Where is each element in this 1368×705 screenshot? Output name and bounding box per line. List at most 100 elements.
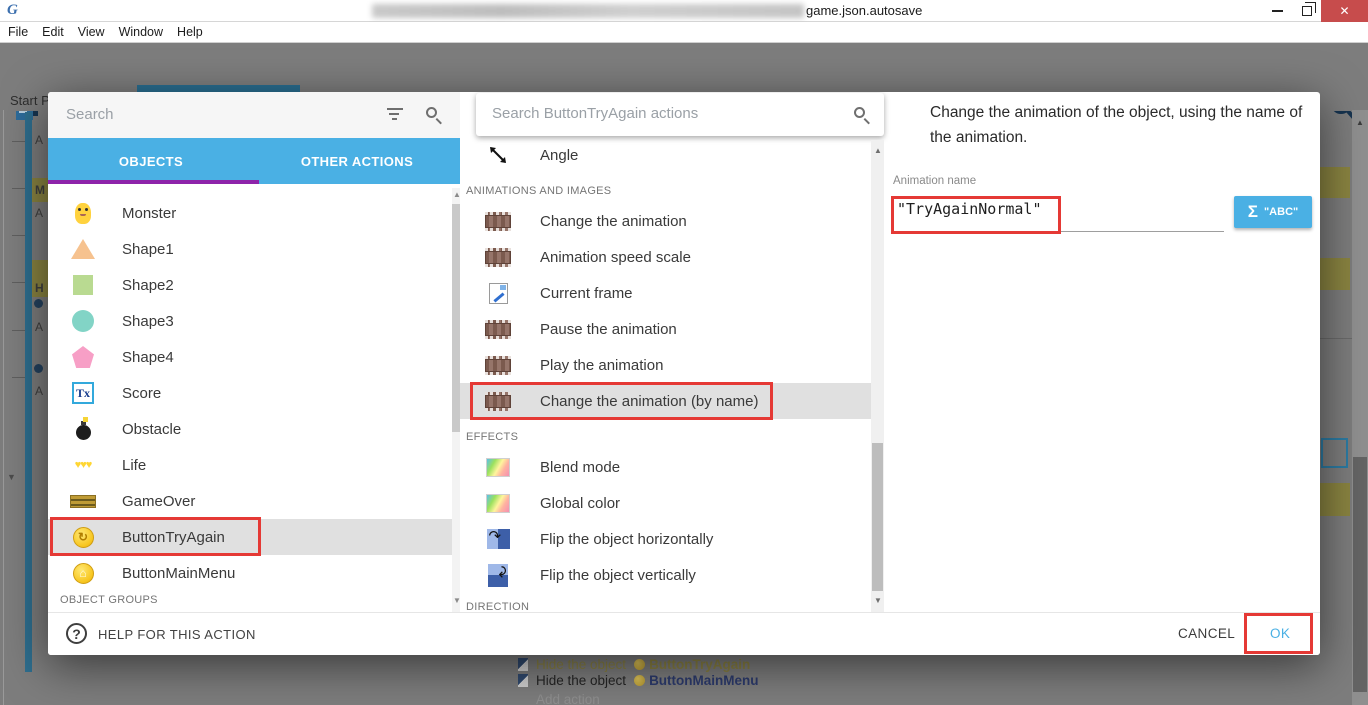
minimize-button[interactable] <box>1262 0 1292 22</box>
active-tab-indicator <box>48 180 259 184</box>
expression-editor-button[interactable]: Σ "ABC" <box>1234 196 1312 228</box>
triangle-icon <box>70 236 96 262</box>
palette-icon <box>484 455 512 479</box>
bomb-icon <box>70 416 96 442</box>
action-text: Hide the object <box>536 673 626 688</box>
pentagon-icon <box>70 344 96 370</box>
object-item-shape2[interactable]: Shape2 <box>48 267 452 303</box>
film-icon <box>484 245 512 269</box>
tutorial-highlight-input <box>891 196 1061 234</box>
tab-start-page[interactable]: Start P <box>10 93 50 108</box>
expression-type-label: "ABC" <box>1264 206 1298 218</box>
action-item-global-color[interactable]: Global color <box>460 485 871 521</box>
action-item-change-animation[interactable]: Change the animation <box>460 203 871 239</box>
sigma-icon: Σ <box>1248 202 1258 222</box>
action-label: Flip the object vertically <box>540 567 696 584</box>
menu-edit[interactable]: Edit <box>42 25 73 39</box>
event-action-row[interactable]: Hide the object ButtonMainMenu <box>518 672 759 688</box>
action-item-animation-speed[interactable]: Animation speed scale <box>460 239 871 275</box>
action-search-bar[interactable]: Search ButtonTryAgain actions <box>476 93 884 136</box>
event-text-fragment: H <box>35 281 44 295</box>
object-label: Shape4 <box>122 349 174 366</box>
menu-bar: File Edit View Window Help <box>0 22 1368 43</box>
search-icon[interactable] <box>426 107 437 118</box>
action-list-scroll-thumb[interactable] <box>872 443 883 591</box>
object-item-shape4[interactable]: Shape4 <box>48 339 452 375</box>
restore-button[interactable] <box>1292 0 1322 22</box>
expander-arrow-icon[interactable]: ▼ <box>7 472 16 482</box>
object-list-scroll-thumb[interactable] <box>452 204 460 432</box>
event-text-fragment: A <box>35 133 43 147</box>
search-icon[interactable] <box>854 107 865 118</box>
event-action-row[interactable]: Hide the object ButtonTryAgain <box>518 656 750 672</box>
scroll-up-icon[interactable]: ▲ <box>453 190 461 199</box>
scroll-down-icon[interactable]: ▼ <box>453 596 461 605</box>
object-label: ButtonMainMenu <box>122 565 235 582</box>
object-item-life[interactable]: ♥♥♥ Life <box>48 447 452 483</box>
object-name: ButtonMainMenu <box>649 673 758 688</box>
tutorial-highlight-action <box>470 382 773 420</box>
dialog-footer: ? HELP FOR THIS ACTION CANCEL OK <box>48 613 1320 655</box>
object-item-shape1[interactable]: Shape1 <box>48 231 452 267</box>
action-search-input[interactable]: Search ButtonTryAgain actions <box>492 105 698 122</box>
object-item-monster[interactable]: Monster <box>48 195 452 231</box>
menu-file[interactable]: File <box>8 25 37 39</box>
event-text-fragment: A <box>35 384 43 398</box>
scroll-up-icon[interactable]: ▲ <box>874 146 882 155</box>
action-item-pause-animation[interactable]: Pause the animation <box>460 311 871 347</box>
action-item-angle[interactable]: Angle <box>460 137 871 173</box>
palette-icon <box>484 491 512 515</box>
frame-icon <box>484 281 512 305</box>
help-link[interactable]: HELP FOR THIS ACTION <box>98 627 256 642</box>
object-item-shape3[interactable]: Shape3 <box>48 303 452 339</box>
scrollbar-up-icon[interactable]: ▲ <box>1356 118 1364 127</box>
object-thumbnail-icon <box>634 659 645 670</box>
tab-other-actions[interactable]: OTHER ACTIONS <box>254 138 460 184</box>
menu-view[interactable]: View <box>78 25 114 39</box>
choose-action-dialog: Search OBJECTS OTHER ACTIONS Monster Sha… <box>48 92 1320 655</box>
action-label: Animation speed scale <box>540 249 691 266</box>
menu-window[interactable]: Window <box>119 25 172 39</box>
tutorial-highlight-ok <box>1244 613 1313 654</box>
tab-objects[interactable]: OBJECTS <box>48 138 254 184</box>
action-label: Play the animation <box>540 357 663 374</box>
scroll-down-icon[interactable]: ▼ <box>874 596 882 605</box>
action-item-flip-vertically[interactable]: ↷ Flip the object vertically <box>460 557 871 593</box>
object-groups-header: OBJECT GROUPS <box>60 594 158 606</box>
event-divider <box>1320 338 1352 339</box>
close-button[interactable]: ✕ <box>1321 0 1368 22</box>
hide-action-icon <box>518 658 528 671</box>
selected-field-fragment <box>1321 438 1348 468</box>
action-text: Hide the object <box>536 657 626 672</box>
tree-tick <box>12 377 25 378</box>
angle-icon <box>484 143 512 167</box>
highlighted-event-fragment <box>1320 483 1350 516</box>
action-item-blend-mode[interactable]: Blend mode <box>460 449 871 485</box>
help-icon[interactable]: ? <box>66 623 87 644</box>
menu-help[interactable]: Help <box>177 25 212 39</box>
tree-tick <box>12 330 25 331</box>
action-item-flip-horizontally[interactable]: ↷ Flip the object horizontally <box>460 521 871 557</box>
object-item-score[interactable]: Tx Score <box>48 375 452 411</box>
left-scroll-line <box>3 110 4 705</box>
object-item-obstacle[interactable]: Obstacle <box>48 411 452 447</box>
object-search-input[interactable]: Search <box>66 106 114 123</box>
tutorial-highlight-object <box>50 517 261 556</box>
object-name: ButtonTryAgain <box>649 657 750 672</box>
event-sheet-bottom: Hide the object ButtonTryAgain Hide the … <box>0 655 1368 705</box>
gameover-icon <box>70 488 96 514</box>
object-tabs: OBJECTS OTHER ACTIONS <box>48 138 460 184</box>
action-label: Blend mode <box>540 459 620 476</box>
action-item-play-animation[interactable]: Play the animation <box>460 347 871 383</box>
object-search-bar[interactable]: Search <box>48 92 460 138</box>
condition-icon <box>34 364 43 373</box>
action-label: Flip the object horizontally <box>540 531 713 548</box>
add-action-link[interactable]: Add action <box>518 691 600 705</box>
action-item-current-frame[interactable]: Current frame <box>460 275 871 311</box>
object-item-buttonmainmenu[interactable]: ⌂ ButtonMainMenu <box>48 555 452 591</box>
event-text-fragment: A <box>35 320 43 334</box>
object-item-gameover[interactable]: GameOver <box>48 483 452 519</box>
object-label: Shape1 <box>122 241 174 258</box>
cancel-button[interactable]: CANCEL <box>1178 626 1235 641</box>
filter-icon[interactable] <box>386 108 404 121</box>
